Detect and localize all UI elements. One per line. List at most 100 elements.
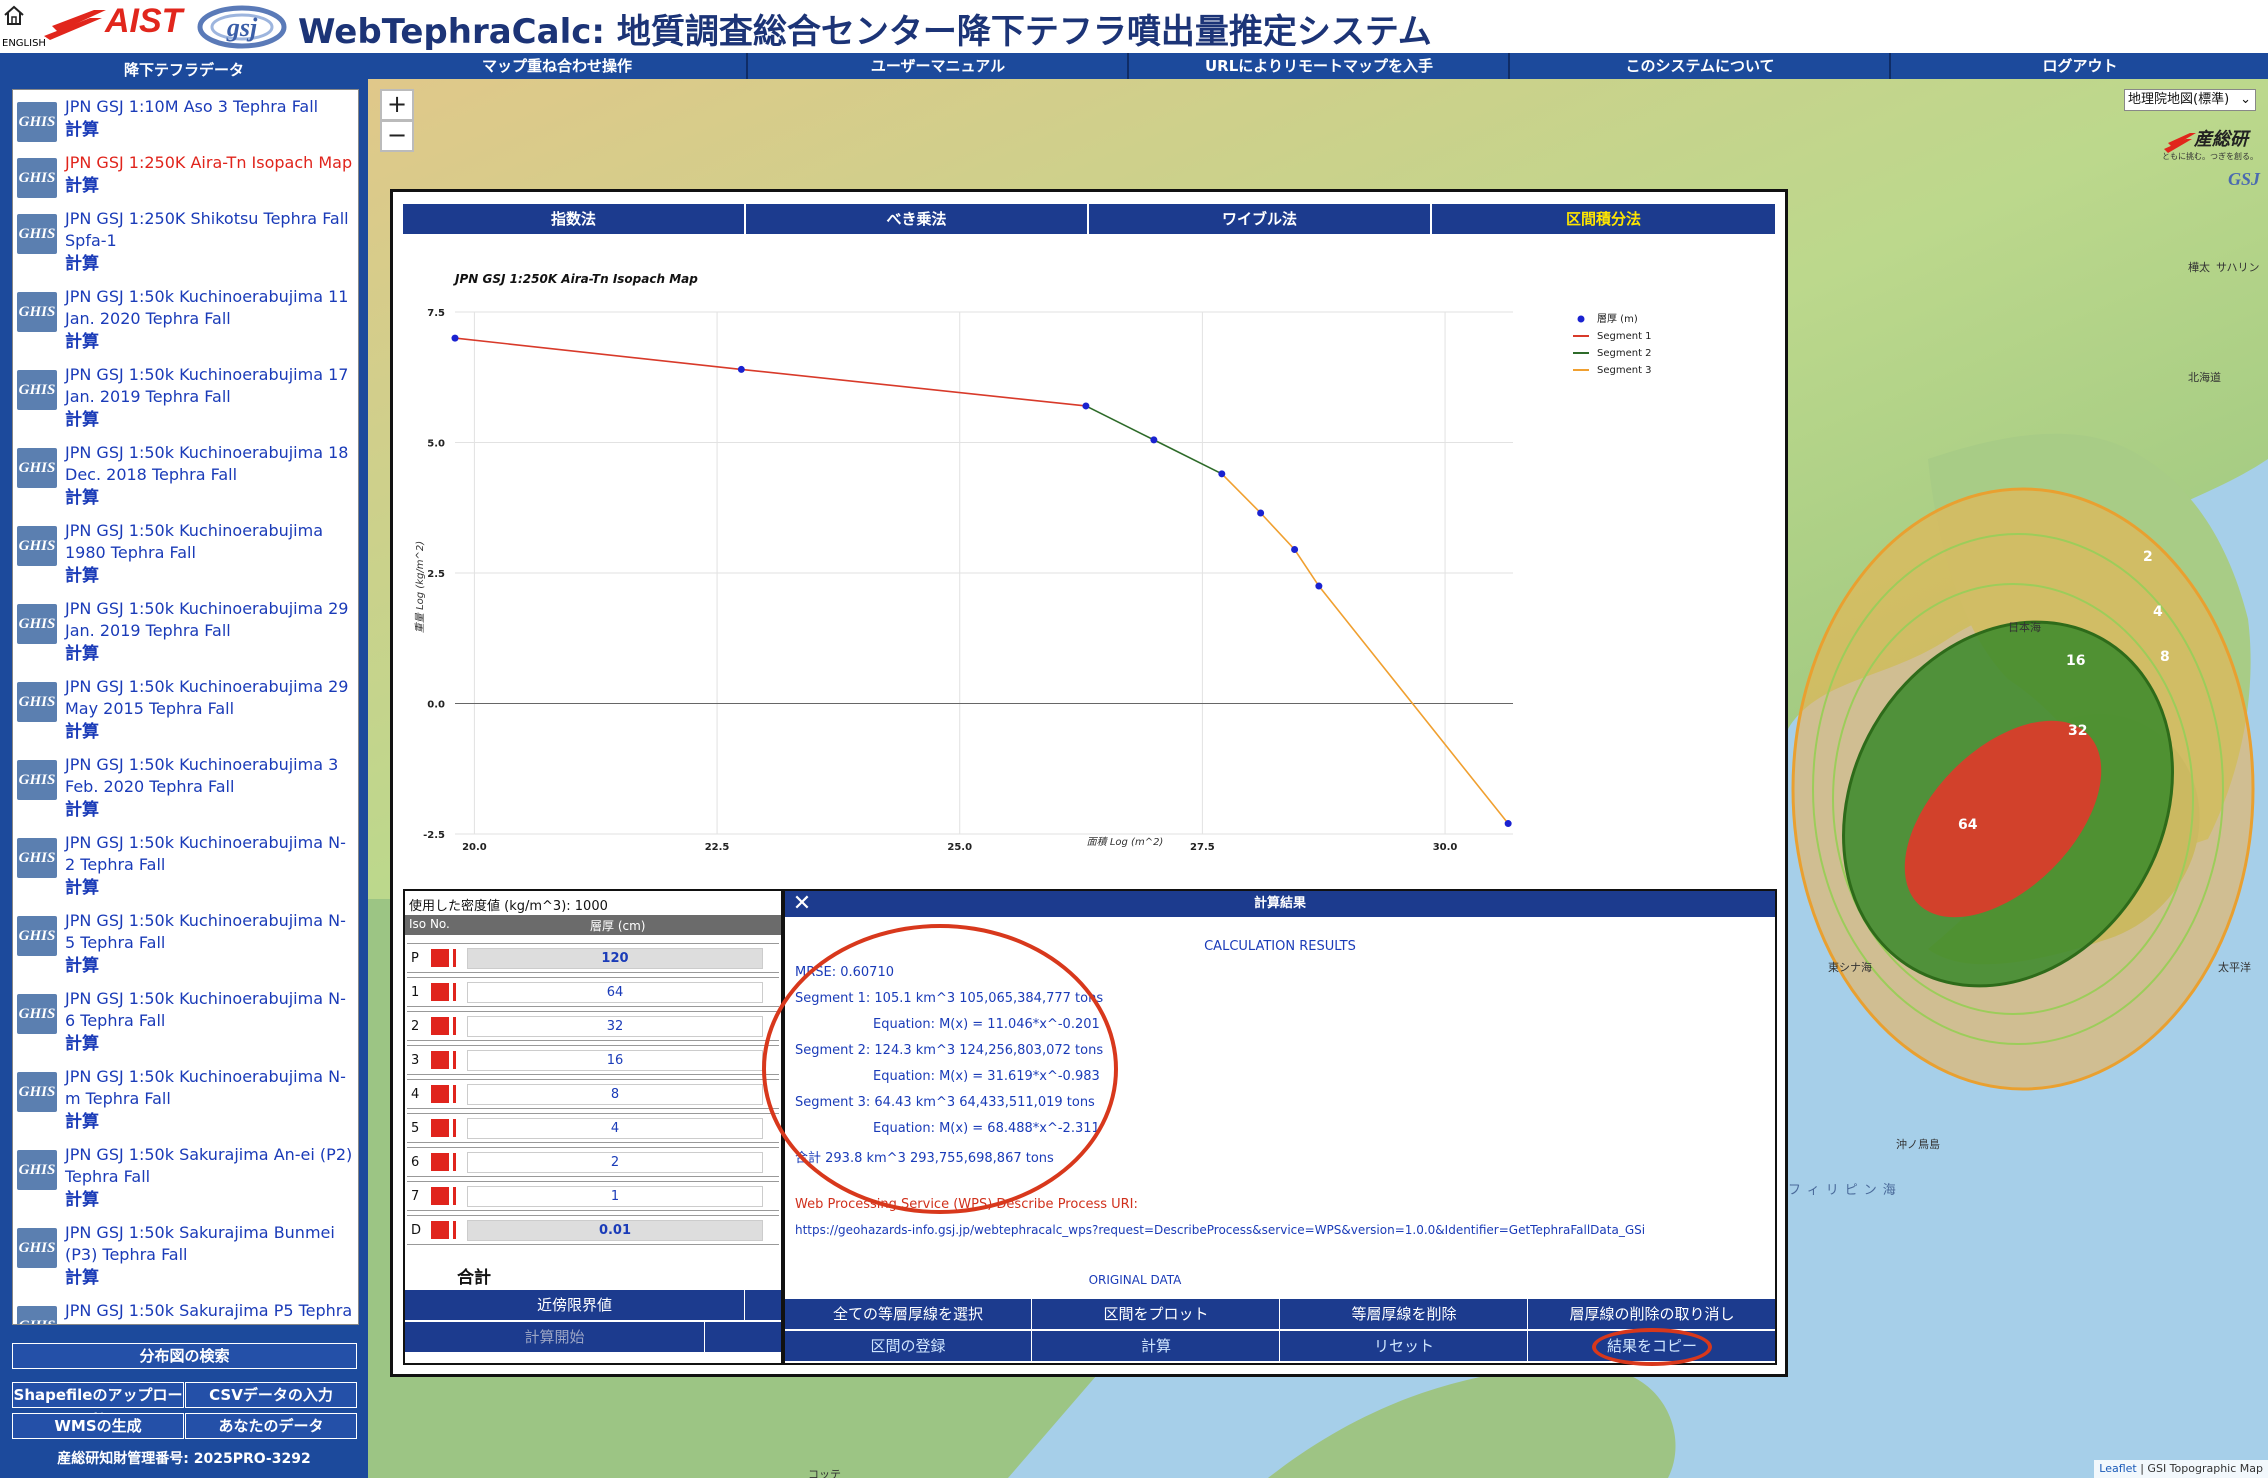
iso-thickness-input[interactable]: 8 [467,1084,763,1105]
dataset-name[interactable]: JPN GSJ 1:50k Kuchinoerabujima 11 Jan. 2… [65,286,354,330]
dataset-item[interactable]: GHIS JPN GSJ 1:250K Aira-Tn Isopach Map 計算 [13,146,358,202]
dataset-item[interactable]: GHIS JPN GSJ 1:50k Kuchinoerabujima 3 Feb… [13,748,358,826]
iso-row[interactable]: 3 16 [407,1045,779,1075]
dataset-item[interactable]: GHIS JPN GSJ 1:250K Shikotsu Tephra Fall … [13,202,358,280]
dataset-name[interactable]: JPN GSJ 1:250K Aira-Tn Isopach Map [65,152,354,174]
iso-row[interactable]: 2 32 [407,1011,779,1041]
wps-url[interactable]: https://geohazards-info.gsj.jp/webtephra… [795,1223,1645,1237]
dataset-name[interactable]: JPN GSJ 1:50k Kuchinoerabujima 1980 Teph… [65,520,354,564]
menu-remote-map[interactable]: URLによりリモートマップを入手 [1130,53,1510,79]
dataset-item[interactable]: GHIS JPN GSJ 1:50k Kuchinoerabujima 11 Ja… [13,280,358,358]
dataset-name[interactable]: JPN GSJ 1:50k Kuchinoerabujima N-5 Tephr… [65,910,354,954]
plot-interval-button[interactable]: 区間をプロット [1033,1299,1280,1329]
dataset-item[interactable]: GHIS JPN GSJ 1:50k Kuchinoerabujima 17 Ja… [13,358,358,436]
menu-about[interactable]: このシステムについて [1511,53,1891,79]
iso-thickness-input[interactable]: 0.01 [467,1220,763,1241]
dataset-item[interactable]: GHIS JPN GSJ 1:50k Sakurajima Bunmei (P3)… [13,1216,358,1294]
dataset-item[interactable]: GHIS JPN GSJ 1:50k Kuchinoerabujima N-6 T… [13,982,358,1060]
isopach-color-swatch[interactable] [431,1085,449,1103]
dataset-name[interactable]: JPN GSJ 1:50k Kuchinoerabujima N-m Tephr… [65,1066,354,1110]
dataset-name[interactable]: JPN GSJ 1:50k Kuchinoerabujima N-2 Tephr… [65,832,354,876]
dataset-name[interactable]: JPN GSJ 1:50k Kuchinoerabujima 18 Dec. 2… [65,442,354,486]
dataset-calc-link[interactable]: 計算 [65,876,354,900]
menu-map-overlay[interactable]: マップ重ね合わせ操作 [368,53,748,79]
close-icon[interactable]: ✕ [791,893,813,915]
dataset-calc-link[interactable]: 計算 [65,642,354,666]
basemap-layer-select[interactable]: 地理院地図(標準) ⌄ [2124,89,2256,111]
dataset-calc-link[interactable]: 計算 [65,1110,354,1134]
dataset-calc-link[interactable]: 計算 [65,118,354,142]
register-interval-button[interactable]: 区間の登録 [785,1331,1032,1361]
calculate-button[interactable]: 計算 [1033,1331,1280,1361]
dataset-calc-link[interactable]: 計算 [65,1266,354,1290]
dataset-name[interactable]: JPN GSJ 1:50k Sakurajima An-ei (P2) Teph… [65,1144,354,1188]
dataset-name[interactable]: JPN GSJ 1:50k Sakurajima Bunmei (P3) Tep… [65,1222,354,1266]
near-limit-button[interactable]: 近傍限界値 [405,1290,745,1320]
dataset-calc-link[interactable]: 計算 [65,330,354,354]
dataset-name[interactable]: JPN GSJ 1:50k Kuchinoerabujima 29 Jan. 2… [65,598,354,642]
undo-delete-isopach-button[interactable]: 層厚線の削除の取り消し [1529,1299,1775,1329]
delete-isopach-button[interactable]: 等層厚線を削除 [1281,1299,1528,1329]
iso-row[interactable]: 54 [407,1113,779,1143]
dataset-item[interactable]: GHIS JPN GSJ 1:50k Kuchinoerabujima N-2 T… [13,826,358,904]
menu-logout[interactable]: ログアウト [1892,53,2268,79]
dataset-item[interactable]: GHIS JPN GSJ 1:50k Kuchinoerabujima 29 Ja… [13,592,358,670]
dataset-list[interactable]: GHIS JPN GSJ 1:10M Aso 3 Tephra Fall 計算 GH… [12,89,359,1325]
iso-row[interactable]: 62 [407,1147,779,1177]
reset-button[interactable]: リセット [1281,1331,1528,1361]
search-distribution-button[interactable]: 分布図の検索 [12,1343,357,1369]
isopach-color-swatch[interactable] [431,983,449,1001]
iso-thickness-input[interactable]: 1 [467,1186,763,1207]
dataset-calc-link[interactable]: 計算 [65,564,354,588]
dataset-calc-link[interactable]: 計算 [65,486,354,510]
iso-row[interactable]: 48 [407,1079,779,1109]
dataset-item[interactable]: GHIS JPN GSJ 1:50k Sakurajima An-ei (P2) … [13,1138,358,1216]
isopach-color-swatch[interactable] [431,1051,449,1069]
iso-row[interactable]: 71 [407,1181,779,1211]
tab-weibull[interactable]: ワイブル法 [1089,204,1430,234]
dataset-item[interactable]: GHIS JPN GSJ 1:50k Sakurajima P5 Tephra F… [13,1294,358,1324]
dataset-name[interactable]: JPN GSJ 1:10M Aso 3 Tephra Fall [65,96,354,118]
dataset-calc-link[interactable]: 計算 [65,252,354,276]
dataset-calc-link[interactable]: 計算 [65,1032,354,1056]
iso-row[interactable]: D 0.01 [407,1215,779,1245]
dataset-item[interactable]: GHIS JPN GSJ 1:50k Kuchinoerabujima 18 De… [13,436,358,514]
isopach-color-swatch[interactable] [431,949,449,967]
select-all-isopach-button[interactable]: 全ての等層厚線を選択 [785,1299,1032,1329]
dataset-item[interactable]: GHIS JPN GSJ 1:50k Kuchinoerabujima N-5 T… [13,904,358,982]
calc-start-button[interactable]: 計算開始 [405,1322,705,1352]
dataset-item[interactable]: GHIS JPN GSJ 1:50k Kuchinoerabujima N-m T… [13,1060,358,1138]
zoom-in-button[interactable]: + [380,89,414,121]
zoom-out-button[interactable]: − [380,120,414,152]
leaflet-link[interactable]: Leaflet [2099,1462,2136,1475]
dataset-calc-link[interactable]: 計算 [65,798,354,822]
dataset-calc-link[interactable]: 計算 [65,174,354,198]
dataset-calc-link[interactable]: 計算 [65,720,354,744]
dataset-item[interactable]: GHIS JPN GSJ 1:50k Kuchinoerabujima 29 Ma… [13,670,358,748]
isopach-color-swatch[interactable] [431,1153,449,1171]
dataset-calc-link[interactable]: 計算 [65,1188,354,1212]
dataset-name[interactable]: JPN GSJ 1:250K Shikotsu Tephra Fall Spfa… [65,208,354,252]
dataset-item[interactable]: GHIS JPN GSJ 1:50k Kuchinoerabujima 1980 … [13,514,358,592]
iso-thickness-input[interactable]: 64 [467,982,763,1003]
iso-thickness-input[interactable]: 4 [467,1118,763,1139]
isopach-color-swatch[interactable] [431,1187,449,1205]
menu-user-manual[interactable]: ユーザーマニュアル [749,53,1129,79]
iso-thickness-input[interactable]: 120 [467,948,763,969]
iso-thickness-input[interactable]: 2 [467,1152,763,1173]
isopach-color-swatch[interactable] [431,1119,449,1137]
dataset-name[interactable]: JPN GSJ 1:50k Kuchinoerabujima N-6 Tephr… [65,988,354,1032]
dataset-name[interactable]: JPN GSJ 1:50k Sakurajima P5 Tephra Fall [65,1300,354,1324]
isopach-color-swatch[interactable] [431,1221,449,1239]
dataset-item[interactable]: GHIS JPN GSJ 1:10M Aso 3 Tephra Fall 計算 [13,90,358,146]
iso-row[interactable]: 1 64 [407,977,779,1007]
iso-row[interactable]: P 120 [407,943,779,973]
tab-power-law[interactable]: べき乗法 [746,204,1087,234]
shapefile-upload-button[interactable]: Shapefileのアップロード [12,1382,184,1428]
tab-segment-integration[interactable]: 区間積分法 [1432,204,1775,234]
wms-generate-button[interactable]: WMSの生成 [12,1413,184,1439]
csv-input-button[interactable]: CSVデータの入力 [185,1382,357,1408]
dataset-calc-link[interactable]: 計算 [65,408,354,432]
iso-thickness-input[interactable]: 32 [467,1016,763,1037]
isopach-overlay[interactable] [1778,479,2268,1099]
